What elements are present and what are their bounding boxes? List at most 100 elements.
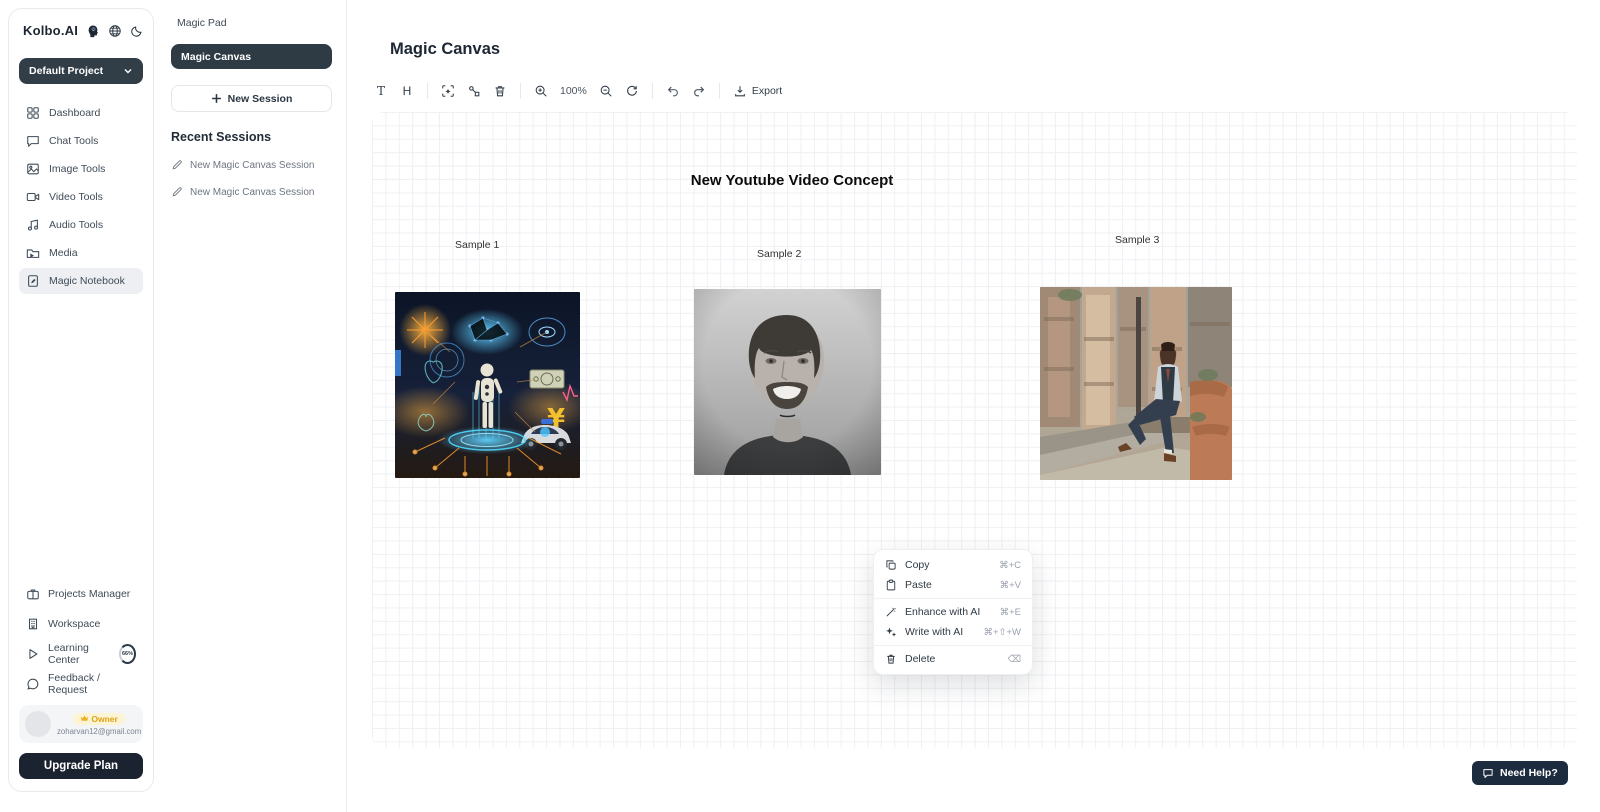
ai-select-tool-button[interactable] [437, 80, 459, 102]
toolbar-divider [652, 83, 653, 99]
feedback-chat-icon [26, 677, 40, 691]
sidebar-item-workspace[interactable]: Workspace [19, 613, 143, 635]
rotate-reset-icon [625, 84, 639, 98]
globe-icon[interactable] [108, 24, 122, 38]
sidebar-item-audio-tools[interactable]: Audio Tools [19, 212, 143, 238]
footer-item-label: Learning Center [48, 642, 109, 666]
sidebar-item-feedback-request[interactable]: Feedback / Request [19, 673, 143, 695]
zoom-out-button[interactable] [595, 80, 617, 102]
sidebar-spacer [19, 294, 143, 583]
video-icon [26, 190, 40, 204]
need-help-button[interactable]: Need Help? [1472, 761, 1568, 785]
footer-item-label: Workspace [48, 618, 100, 630]
session-list-item[interactable]: New Magic Canvas Session [171, 159, 332, 171]
context-menu-label: Enhance with AI [905, 606, 992, 618]
sidebar-item-media[interactable]: Media [19, 240, 143, 266]
sidebar-item-video-tools[interactable]: Video Tools [19, 184, 143, 210]
sample-1-label[interactable]: Sample 1 [455, 239, 499, 251]
sidebar-item-label: Media [49, 247, 78, 259]
sample-2-label[interactable]: Sample 2 [757, 248, 801, 260]
canvas-heading[interactable]: New Youtube Video Concept [582, 172, 1002, 189]
reset-view-button[interactable] [621, 80, 643, 102]
context-menu-item-paste[interactable]: Paste ⌘+V [874, 575, 1032, 595]
sidebar-item-image-tools[interactable]: Image Tools [19, 156, 143, 182]
text-tool-label: T [377, 84, 385, 98]
image-icon [26, 162, 40, 176]
new-session-label: New Session [228, 93, 293, 105]
media-folder-icon [26, 246, 40, 260]
bw-man-portrait-image[interactable] [694, 289, 881, 475]
sidebar-item-label: Chat Tools [49, 135, 98, 147]
plus-icon [211, 93, 222, 104]
moon-icon[interactable] [130, 24, 144, 38]
export-label: Export [752, 85, 782, 97]
context-menu-label: Paste [905, 579, 992, 591]
context-menu-shortcut: ⌘+V [1000, 580, 1021, 591]
paste-icon [885, 579, 897, 591]
download-icon [733, 84, 747, 98]
sidebar-item-label: Dashboard [49, 107, 100, 119]
zoom-in-button[interactable] [530, 80, 552, 102]
sessions-panel: Magic Pad Magic Canvas New Session Recen… [155, 0, 347, 812]
sidebar-item-dashboard[interactable]: Dashboard [19, 100, 143, 126]
sidebar-item-chat-tools[interactable]: Chat Tools [19, 128, 143, 154]
connector-nodes-icon [467, 84, 481, 98]
footer-item-label: Feedback / Request [48, 672, 136, 696]
trash-icon [493, 84, 507, 98]
sidebar-item-learning-center[interactable]: Learning Center 66% [19, 643, 143, 665]
logo: Kolbo.AI [19, 23, 143, 40]
pencil-icon [171, 186, 183, 198]
recent-sessions-heading: Recent Sessions [171, 130, 332, 144]
upgrade-plan-button[interactable]: Upgrade Plan [19, 753, 143, 779]
magic-wand-icon [885, 606, 897, 618]
heading-tool-button[interactable]: H [396, 80, 418, 102]
project-selector[interactable]: Default Project [19, 58, 143, 84]
context-menu-item-write-with-ai[interactable]: Write with AI ⌘+⇧+W [874, 622, 1032, 642]
ai-robot-collage-image[interactable]: ¥ [395, 292, 580, 478]
zoom-in-icon [534, 84, 548, 98]
redo-button[interactable] [688, 80, 710, 102]
crown-icon [80, 714, 89, 723]
context-menu-label: Copy [905, 559, 991, 571]
sparkles-icon [885, 626, 897, 638]
context-menu-item-delete[interactable]: Delete ⌫ [874, 649, 1032, 669]
zoom-level: 100% [556, 85, 591, 97]
session-item-label: New Magic Canvas Session [190, 160, 315, 171]
user-account-card[interactable]: Owner zoharvan12@gmail.com [19, 705, 143, 743]
chevron-down-icon [123, 66, 133, 76]
context-menu-shortcut: ⌘+E [1000, 607, 1021, 618]
pencil-icon [171, 159, 183, 171]
export-button[interactable]: Export [729, 84, 786, 98]
undo-button[interactable] [662, 80, 684, 102]
tab-magic-pad[interactable]: Magic Pad [171, 14, 332, 32]
context-menu-shortcut: ⌫ [1008, 654, 1021, 665]
new-session-button[interactable]: New Session [171, 85, 332, 112]
sidebar-item-projects-manager[interactable]: Projects Manager [19, 583, 143, 605]
logo-text: Kolbo.AI [23, 23, 78, 38]
connector-tool-button[interactable] [463, 80, 485, 102]
sidebar-item-magic-notebook[interactable]: Magic Notebook [19, 268, 143, 294]
sample-3-label[interactable]: Sample 3 [1115, 234, 1159, 246]
sidebar-item-label: Magic Notebook [49, 275, 125, 287]
toolbar-divider [427, 83, 428, 99]
context-menu-item-copy[interactable]: Copy ⌘+C [874, 555, 1032, 575]
dashboard-icon [26, 106, 40, 120]
notebook-icon [26, 274, 40, 288]
toolbar-divider [719, 83, 720, 99]
canvas-toolbar: T H 100% Export [370, 78, 1588, 103]
session-item-label: New Magic Canvas Session [190, 187, 315, 198]
play-icon [26, 647, 40, 661]
owner-badge-label: Owner [91, 714, 117, 724]
man-on-ruins-image[interactable] [1040, 287, 1232, 480]
delete-tool-button[interactable] [489, 80, 511, 102]
tab-magic-canvas[interactable]: Magic Canvas [171, 44, 332, 69]
zoom-out-icon [599, 84, 613, 98]
chat-icon [26, 134, 40, 148]
toolbar-divider [520, 83, 521, 99]
context-menu-label: Delete [905, 653, 1000, 665]
context-menu-label: Write with AI [905, 626, 975, 638]
text-tool-button[interactable]: T [370, 80, 392, 102]
need-help-label: Need Help? [1500, 767, 1558, 779]
session-list-item[interactable]: New Magic Canvas Session [171, 186, 332, 198]
context-menu-item-enhance-with-ai[interactable]: Enhance with AI ⌘+E [874, 602, 1032, 622]
